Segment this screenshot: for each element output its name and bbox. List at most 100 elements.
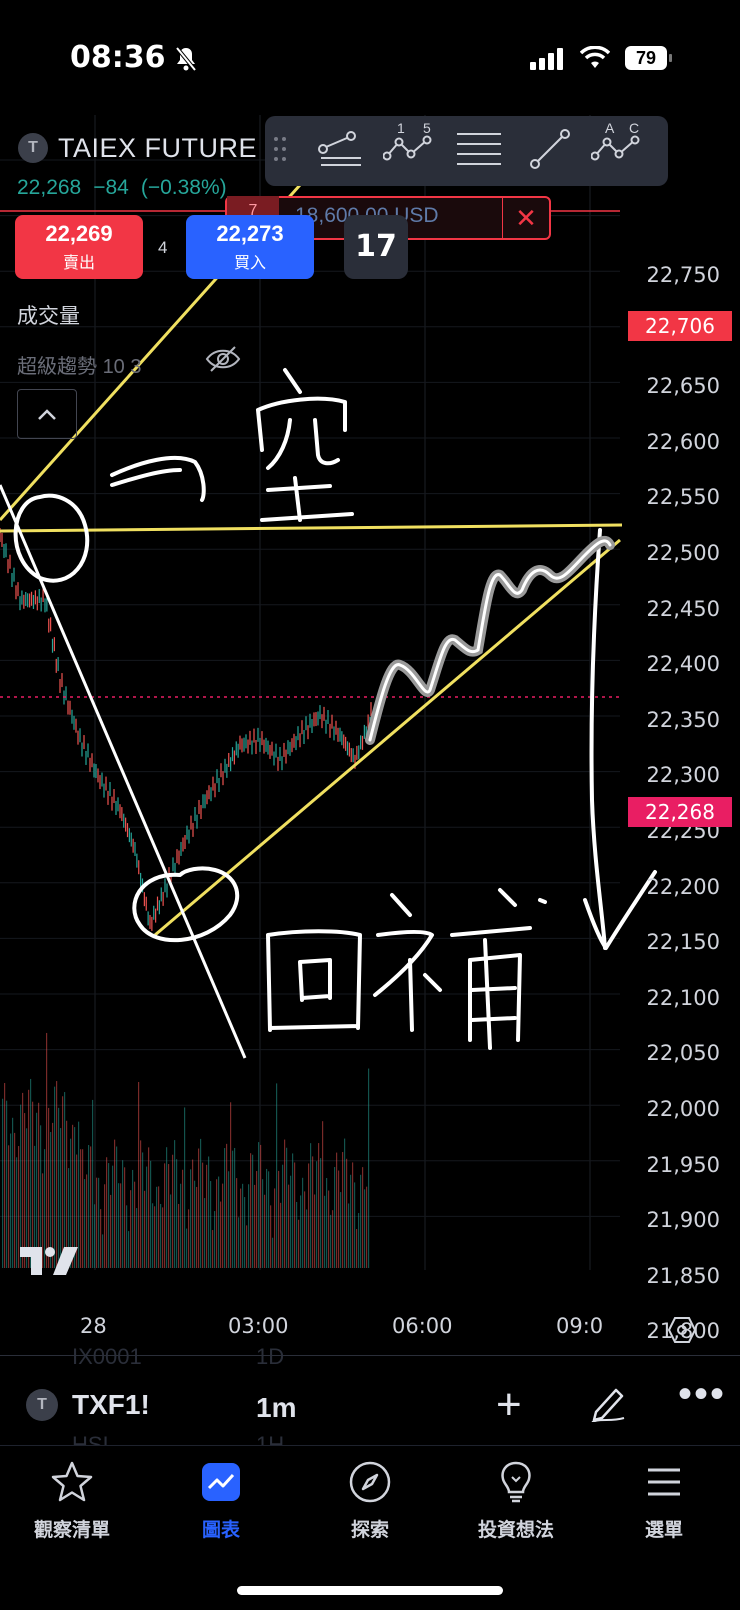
volume-bar (246, 1225, 248, 1268)
volume-bar (92, 1099, 94, 1268)
tab-explore[interactable]: 探索 (310, 1460, 430, 1542)
volume-bar (78, 1121, 80, 1268)
parallel-lines-icon[interactable] (455, 128, 503, 172)
volume-bar (170, 1194, 172, 1268)
volume-bar (148, 1147, 150, 1268)
hidden-eye-icon[interactable] (205, 344, 241, 374)
volume-bar (210, 1181, 212, 1268)
volume-bar (348, 1203, 350, 1268)
volume-bar (294, 1162, 296, 1268)
volume-bar (314, 1194, 316, 1268)
status-bar: 08:36 79 (0, 0, 740, 115)
tab-watchlist-label: 觀察清單 (33, 1520, 110, 1541)
volume-bar (176, 1159, 178, 1268)
volume-bar (200, 1138, 202, 1268)
volume-bar (134, 1181, 136, 1268)
buy-button[interactable]: 22,273 買入 (186, 215, 314, 279)
volume-bar (88, 1145, 90, 1268)
symbol-ticker: TXF1! (72, 1389, 150, 1420)
volume-bar (278, 1170, 280, 1268)
menu-icon (648, 1468, 680, 1496)
volume-bar (196, 1186, 198, 1268)
volume-bars (2, 1032, 370, 1268)
volume-bar (270, 1205, 272, 1268)
more-options-icon[interactable]: ••• (678, 1372, 726, 1417)
volume-bar (54, 1086, 56, 1268)
chevron-up-icon[interactable] (17, 389, 77, 439)
volume-bar (284, 1139, 286, 1268)
top-circle-mark (13, 493, 90, 583)
volume-bar (268, 1171, 270, 1268)
volume-bar (228, 1171, 230, 1268)
close-icon[interactable]: ✕ (502, 198, 549, 238)
supertrend-indicator-label[interactable]: 超級趨勢 10 3 (17, 350, 142, 379)
volume-bar (336, 1152, 338, 1268)
volume-bar (250, 1153, 252, 1268)
trend-line-icon[interactable] (527, 126, 573, 172)
fib-retracement-icon[interactable] (315, 124, 365, 174)
volume-bar (28, 1089, 30, 1268)
broker-logo-button[interactable]: 17 (344, 215, 408, 279)
volume-bar (6, 1100, 8, 1268)
chart-grid (0, 115, 620, 1270)
volume-bar (142, 1152, 144, 1268)
ghost-interval-top: 1D (256, 1344, 285, 1369)
symbol-quote: 22,268 −84 (−0.38%) (17, 176, 239, 200)
drawing-toolbar[interactable]: 1 5 A C (265, 116, 668, 186)
volume-bar (300, 1195, 302, 1268)
volume-bar (208, 1156, 210, 1268)
price-axis-label: 22,400 (646, 652, 720, 677)
volume-bar (276, 1083, 278, 1268)
volume-bar (322, 1121, 324, 1268)
symbol-logo-icon: T (18, 133, 48, 163)
volume-indicator-label[interactable]: 成交量 (17, 300, 80, 330)
volume-bar (46, 1032, 48, 1268)
symbol-header[interactable]: T TAIEX FUTURE (18, 130, 257, 166)
volume-bar (4, 1083, 6, 1268)
volume-bar (222, 1183, 224, 1268)
volume-bar (122, 1160, 124, 1268)
volume-bar (354, 1182, 356, 1268)
volume-bar (16, 1157, 18, 1268)
volume-bar (302, 1177, 304, 1268)
volume-bar (218, 1176, 220, 1268)
chart-canvas[interactable] (0, 115, 740, 1355)
drag-handle-icon[interactable] (273, 134, 287, 164)
volume-bar (230, 1102, 232, 1268)
volume-bar (98, 1177, 100, 1268)
settings-hexagon-icon[interactable] (668, 1316, 696, 1344)
volume-bar (106, 1157, 108, 1268)
handwritten-annotations (13, 368, 657, 1050)
tab-ideas[interactable]: 投資想法 (456, 1460, 576, 1542)
sell-button[interactable]: 22,269 賣出 (15, 215, 143, 279)
volume-bar (186, 1228, 188, 1268)
volume-bar (154, 1206, 156, 1268)
tab-chart-label: 圖表 (201, 1520, 240, 1541)
volume-bar (286, 1147, 288, 1268)
chart-area[interactable]: 22,750 22,650 22,600 22,550 22,500 22,450 22,4… (0, 115, 740, 1355)
volume-bar (8, 1145, 10, 1268)
volume-bar (118, 1183, 120, 1268)
interval-selector[interactable]: 1m (256, 1392, 296, 1424)
tab-watchlist[interactable]: 觀察清單 (12, 1460, 132, 1542)
volume-bar (274, 1188, 276, 1268)
volume-bar (358, 1213, 360, 1268)
drawing-pen-icon[interactable] (588, 1382, 628, 1422)
ghost-symbol-top: IX0001 (72, 1344, 142, 1369)
volume-bar (84, 1179, 86, 1268)
volume-bar (324, 1195, 326, 1268)
volume-bar (216, 1179, 218, 1268)
volume-bar (110, 1194, 112, 1268)
add-indicator-plus-icon[interactable]: + (496, 1380, 522, 1430)
volume-bar (146, 1166, 148, 1268)
volume-bar (108, 1163, 110, 1268)
volume-bar (22, 1092, 24, 1268)
price-axis-label: 22,550 (646, 485, 720, 510)
time-axis-label: 28 (80, 1314, 107, 1338)
volume-bar (56, 1081, 58, 1268)
volume-bar (242, 1183, 244, 1268)
tab-chart[interactable]: 圖表 (161, 1460, 281, 1542)
tab-menu[interactable]: 選單 (604, 1460, 724, 1542)
symbol-selector[interactable]: T TXF1! (26, 1389, 150, 1421)
price-axis-label: 22,050 (646, 1041, 720, 1066)
